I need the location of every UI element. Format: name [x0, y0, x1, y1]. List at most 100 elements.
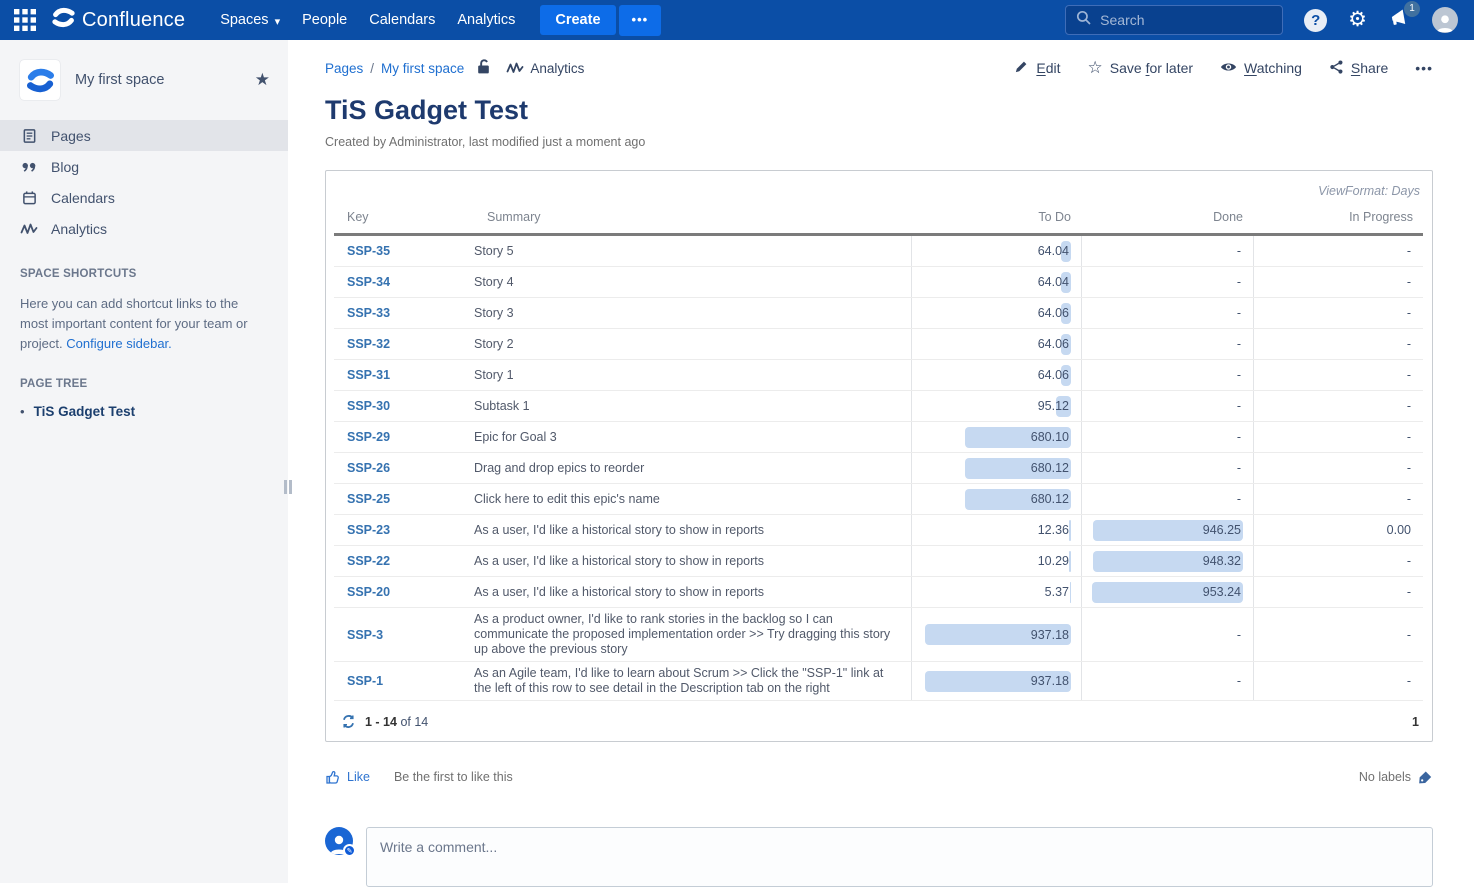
col-key[interactable]: Key — [334, 210, 474, 224]
page-more-button[interactable]: ••• — [1415, 60, 1433, 76]
todo-cell: 680.12 — [911, 453, 1081, 483]
watching-button[interactable]: Watching — [1220, 60, 1302, 76]
issue-key-link[interactable]: SSP-3 — [347, 628, 383, 642]
user-avatar[interactable] — [1432, 7, 1458, 33]
todo-cell: 5.37 — [911, 577, 1081, 607]
in-progress-cell: - — [1253, 453, 1423, 483]
issue-key-link[interactable]: SSP-20 — [347, 585, 390, 599]
view-format-label: ViewFormat: Days — [334, 171, 1423, 198]
issue-key-link[interactable]: SSP-30 — [347, 399, 390, 413]
col-summary[interactable]: Summary — [474, 210, 911, 224]
space-logo[interactable] — [20, 60, 60, 100]
issue-key-link[interactable]: SSP-34 — [347, 275, 390, 289]
in-progress-cell: - — [1253, 484, 1423, 514]
create-button[interactable]: Create — [540, 5, 615, 35]
todo-cell: 12.36 — [911, 515, 1081, 545]
pagination-page-number[interactable]: 1 — [1412, 715, 1419, 729]
like-button[interactable]: Like — [347, 770, 370, 784]
table-row: SSP-29 Epic for Goal 3 680.10 - - — [334, 422, 1423, 453]
gear-icon[interactable]: ⚙ — [1348, 10, 1367, 30]
top-navbar: Confluence Spaces ▾ People Calendars Ana… — [0, 0, 1474, 40]
help-icon[interactable]: ? — [1304, 9, 1327, 32]
todo-cell: 64.04 — [911, 267, 1081, 297]
sidebar-item-pages[interactable]: Pages — [0, 120, 288, 151]
issue-key-link[interactable]: SSP-35 — [347, 244, 390, 258]
issue-key-link[interactable]: SSP-23 — [347, 523, 390, 537]
issue-key-link[interactable]: SSP-26 — [347, 461, 390, 475]
issue-key-link[interactable]: SSP-22 — [347, 554, 390, 568]
breadcrumb-pages-link[interactable]: Pages — [325, 61, 363, 76]
navbar-more-button[interactable]: ••• — [619, 5, 662, 36]
done-cell: 948.32 — [1081, 546, 1253, 576]
label-tag-icon[interactable] — [1417, 770, 1433, 785]
issue-key-link[interactable]: SSP-29 — [347, 430, 390, 444]
search-icon — [1076, 10, 1092, 31]
table-row: SSP-34 Story 4 64.04 - - — [334, 267, 1423, 298]
table-row: SSP-32 Story 2 64.06 - - — [334, 329, 1423, 360]
save-for-later-button[interactable]: ☆ Save for later — [1088, 58, 1194, 78]
table-row: SSP-3 As a product owner, I'd like to ra… — [334, 608, 1423, 662]
comment-input[interactable] — [366, 827, 1433, 887]
like-thumb-icon[interactable] — [325, 769, 341, 785]
issue-summary: As an Agile team, I'd like to learn abou… — [474, 662, 911, 700]
col-in-progress[interactable]: In Progress — [1253, 210, 1423, 224]
confluence-logo[interactable]: Confluence — [52, 6, 185, 35]
page-tree-title: PAGE TREE — [20, 378, 264, 390]
calendars-icon — [20, 190, 38, 206]
unlock-icon[interactable] — [475, 58, 492, 78]
table-row: SSP-30 Subtask 1 95.12 - - — [334, 391, 1423, 422]
table-row: SSP-23 As a user, I'd like a historical … — [334, 515, 1423, 546]
col-done[interactable]: Done — [1081, 210, 1253, 224]
page-tree-link[interactable]: TiS Gadget Test — [34, 404, 136, 419]
todo-cell: 10.29 — [911, 546, 1081, 576]
issue-summary: Drag and drop epics to reorder — [474, 457, 911, 480]
notification-badge: 1 — [1404, 1, 1420, 17]
labels-text: No labels — [1359, 770, 1411, 784]
announcement-icon[interactable]: 1 — [1388, 7, 1411, 34]
edit-button[interactable]: Edit — [1014, 59, 1060, 77]
col-todo[interactable]: To Do — [911, 210, 1081, 224]
done-cell: - — [1081, 236, 1253, 266]
navbar-item-analytics[interactable]: Analytics — [446, 5, 526, 35]
favorite-star-icon[interactable]: ★ — [255, 70, 270, 90]
breadcrumb-analytics[interactable]: Analytics — [530, 61, 584, 76]
table-row: SSP-25 Click here to edit this epic's na… — [334, 484, 1423, 515]
configure-sidebar-link[interactable]: Configure sidebar. — [66, 336, 172, 351]
issue-summary: Story 1 — [474, 364, 911, 387]
refresh-icon[interactable] — [341, 714, 356, 729]
issue-key-link[interactable]: SSP-32 — [347, 337, 390, 351]
share-button[interactable]: Share — [1329, 59, 1388, 78]
in-progress-cell: - — [1253, 391, 1423, 421]
sidebar-item-label: Calendars — [51, 190, 115, 206]
navbar-item-calendars[interactable]: Calendars — [358, 5, 446, 35]
navbar-item-people[interactable]: People — [291, 5, 358, 35]
in-progress-cell: - — [1253, 546, 1423, 576]
issue-summary: As a user, I'd like a historical story t… — [474, 550, 911, 573]
done-cell: - — [1081, 298, 1253, 328]
issue-key-link[interactable]: SSP-25 — [347, 492, 390, 506]
navbar-item-spaces[interactable]: Spaces ▾ — [209, 5, 291, 35]
search-box[interactable] — [1065, 5, 1283, 35]
navbar-menu: Spaces ▾ People Calendars Analytics Crea… — [209, 5, 661, 36]
issue-key-link[interactable]: SSP-31 — [347, 368, 390, 382]
issue-key-link[interactable]: SSP-1 — [347, 674, 383, 688]
breadcrumb-space-link[interactable]: My first space — [381, 61, 464, 76]
done-cell: - — [1081, 360, 1253, 390]
space-name[interactable]: My first space — [75, 72, 255, 88]
table-body: SSP-35 Story 5 64.04 - - SSP-34 Story 4 … — [334, 236, 1423, 701]
apps-grid-icon[interactable] — [8, 4, 42, 36]
sidebar-item-label: Pages — [51, 128, 91, 144]
in-progress-cell: - — [1253, 298, 1423, 328]
sidebar-item-calendars[interactable]: Calendars — [0, 182, 288, 213]
done-cell: 953.24 — [1081, 577, 1253, 607]
issue-key-link[interactable]: SSP-33 — [347, 306, 390, 320]
search-input[interactable] — [1100, 12, 1260, 28]
sidebar-item-analytics[interactable]: Analytics — [0, 213, 288, 244]
breadcrumb: Pages / My first space Analytics — [325, 58, 584, 78]
issue-summary: Story 3 — [474, 302, 911, 325]
sidebar-item-blog[interactable]: Blog — [0, 151, 288, 182]
done-cell: - — [1081, 329, 1253, 359]
page-tree-item: • TiS Gadget Test — [20, 404, 264, 419]
chevron-down-icon: ▾ — [275, 15, 281, 28]
table-row: SSP-33 Story 3 64.06 - - — [334, 298, 1423, 329]
